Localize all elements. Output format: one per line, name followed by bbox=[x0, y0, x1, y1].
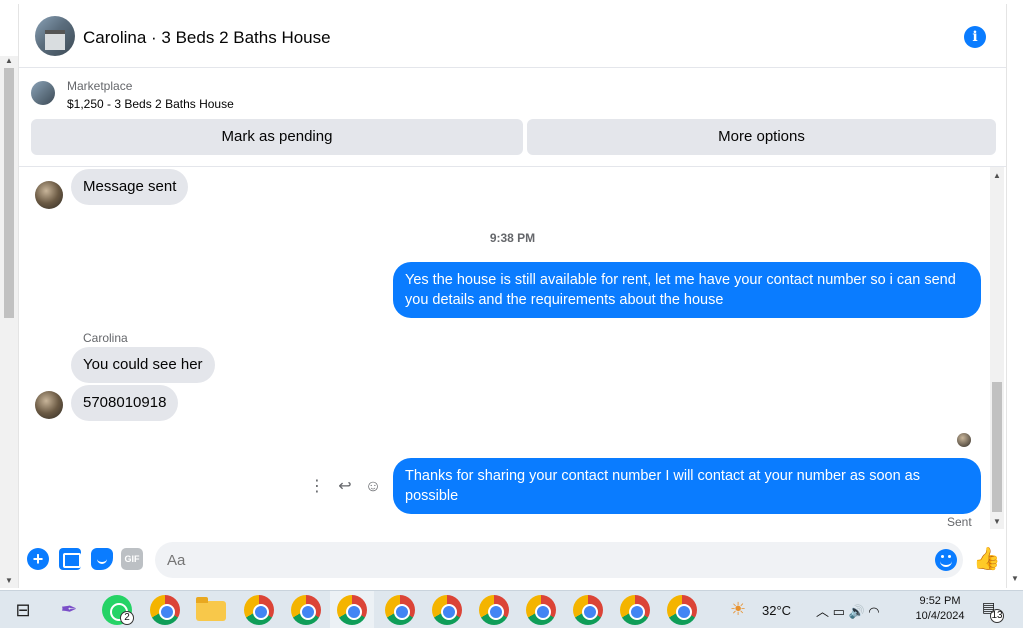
chat-title[interactable]: Carolina · 3 Beds 2 Baths House bbox=[83, 28, 331, 48]
message-bubble-incoming: You could see her bbox=[71, 347, 215, 383]
more-actions-icon[interactable]: ⋮ bbox=[307, 477, 327, 497]
composer: + GIF 👍 bbox=[19, 534, 1006, 584]
clock[interactable]: 9:52 PM 10/4/2024 bbox=[912, 594, 968, 624]
message-bubble-incoming: 5708010918 bbox=[71, 385, 179, 421]
listing-thumbnail[interactable] bbox=[31, 81, 55, 105]
like-icon[interactable]: 👍 bbox=[973, 547, 1000, 571]
chat-window: Carolina · 3 Beds 2 Baths House i Market… bbox=[18, 4, 1007, 588]
more-options-button[interactable]: More options bbox=[527, 119, 996, 155]
chrome-icon[interactable] bbox=[667, 595, 697, 625]
thread-scrollbar[interactable]: ▲ ▼ bbox=[990, 167, 1004, 529]
listing-price[interactable]: $1,250 - 3 Beds 2 Baths House bbox=[67, 97, 234, 111]
file-explorer-icon[interactable] bbox=[196, 597, 226, 621]
message-bubble-outgoing: Yes the house is still available for ren… bbox=[393, 262, 981, 318]
info-icon[interactable]: i bbox=[964, 26, 986, 48]
chrome-icon[interactable] bbox=[337, 595, 367, 625]
gif-icon[interactable]: GIF bbox=[121, 548, 143, 570]
message-bubble-outgoing: Thanks for sharing your contact number I… bbox=[393, 458, 981, 514]
page-scroll-down-icon[interactable]: ▼ bbox=[1011, 574, 1021, 584]
chrome-icon[interactable] bbox=[479, 595, 509, 625]
chrome-icon[interactable] bbox=[526, 595, 556, 625]
message-thread: Message sent 9:38 PM Yes the house is st… bbox=[19, 166, 1006, 532]
chrome-icon[interactable] bbox=[573, 595, 603, 625]
thread-scroll-up-icon[interactable]: ▲ bbox=[992, 171, 1002, 181]
marketplace-banner: Marketplace $1,250 - 3 Beds 2 Baths Hous… bbox=[19, 69, 1006, 165]
chrome-icon[interactable] bbox=[244, 595, 274, 625]
chrome-icon[interactable] bbox=[385, 595, 415, 625]
emoji-icon[interactable] bbox=[935, 549, 957, 571]
temperature[interactable]: 32°C bbox=[762, 603, 791, 618]
chrome-icon[interactable] bbox=[432, 595, 462, 625]
contact-avatar[interactable] bbox=[35, 181, 63, 209]
notification-badge: 13 bbox=[990, 609, 1004, 623]
thread-scroll-thumb[interactable] bbox=[992, 382, 1002, 512]
chrome-icon[interactable] bbox=[620, 595, 650, 625]
page-scroll-thumb[interactable] bbox=[4, 68, 14, 318]
chrome-icon[interactable] bbox=[150, 595, 180, 625]
weather-icon[interactable]: ☀ bbox=[730, 599, 754, 619]
clock-time: 9:52 PM bbox=[919, 595, 961, 607]
screen: ▲ ▼ Carolina · 3 Beds 2 Baths House i Ma… bbox=[0, 0, 1023, 628]
message-status: Sent bbox=[947, 515, 972, 529]
scroll-up-arrow-icon[interactable]: ▲ bbox=[4, 56, 14, 66]
sticker-icon[interactable] bbox=[91, 548, 113, 570]
listing-avatar[interactable] bbox=[35, 16, 75, 56]
plus-icon[interactable]: + bbox=[27, 548, 49, 570]
scroll-down-arrow-icon[interactable]: ▼ bbox=[4, 576, 14, 586]
contact-avatar[interactable] bbox=[35, 391, 63, 419]
taskbar: ⊟ ✒ 2 ☀ 32°C ︿ ▭ 🔊 ◠ 9:52 PM 10/4/2024 ▤… bbox=[0, 590, 1023, 628]
message-bubble-incoming: Message sent bbox=[71, 169, 189, 205]
system-tray-icons[interactable]: ︿ ▭ 🔊 ◠ bbox=[816, 601, 880, 620]
mark-as-pending-button[interactable]: Mark as pending bbox=[31, 119, 523, 155]
chat-header: Carolina · 3 Beds 2 Baths House i bbox=[19, 4, 1006, 68]
page-scrollbar[interactable]: ▲ ▼ bbox=[0, 56, 18, 588]
feather-app-icon[interactable]: ✒ bbox=[54, 595, 84, 625]
photo-icon[interactable] bbox=[59, 548, 81, 570]
message-input[interactable] bbox=[155, 542, 963, 578]
reply-icon[interactable]: ↩ bbox=[335, 477, 355, 497]
timestamp: 9:38 PM bbox=[489, 231, 536, 245]
task-view-icon[interactable]: ⊟ bbox=[8, 595, 38, 625]
seen-avatar bbox=[957, 433, 971, 447]
sender-name: Carolina bbox=[83, 331, 128, 345]
react-icon[interactable]: ☺ bbox=[363, 477, 383, 497]
chrome-icon[interactable] bbox=[291, 595, 321, 625]
thread-scroll-down-icon[interactable]: ▼ bbox=[992, 517, 1002, 527]
clock-date: 10/4/2024 bbox=[915, 610, 965, 622]
whatsapp-badge: 2 bbox=[120, 611, 134, 625]
marketplace-label: Marketplace bbox=[67, 79, 133, 93]
